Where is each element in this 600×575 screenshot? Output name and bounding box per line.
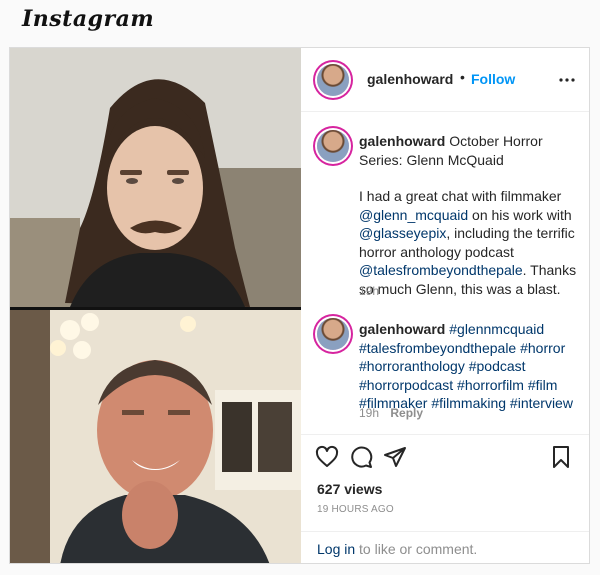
post-header: galenhoward • Follow <box>301 48 589 112</box>
login-link[interactable]: Log in <box>317 541 355 557</box>
video-frame-bottom <box>10 310 301 563</box>
caption-username[interactable]: galenhoward <box>359 133 445 149</box>
comment-button[interactable] <box>349 445 375 471</box>
post-timestamp: 19 HOURS AGO <box>317 504 394 515</box>
avatar[interactable] <box>317 318 349 350</box>
mention-link[interactable]: @glenn_mcquaid <box>359 207 468 223</box>
follow-button[interactable]: Follow <box>471 71 515 87</box>
view-count[interactable]: 627 views <box>317 481 382 497</box>
mention-link[interactable]: @glasseyepix <box>359 225 446 241</box>
post-actions: 627 views 19 HOURS AGO Log in to like or… <box>301 434 589 566</box>
caption-body: I had a great chat with filmmaker <box>359 188 562 204</box>
reply-button[interactable]: Reply <box>390 406 423 420</box>
like-button[interactable] <box>315 445 341 471</box>
share-button[interactable] <box>383 445 409 471</box>
comment: galenhoward #glennmcquaid #talesfrombeyo… <box>317 316 577 426</box>
login-prompt: Log in to like or comment. <box>301 531 589 566</box>
avatar[interactable] <box>317 64 349 96</box>
caption-timestamp: 19h <box>359 284 380 298</box>
comment-icon <box>351 446 373 468</box>
post-media[interactable] <box>10 48 301 563</box>
caption: galenhoward October Horror Series: Glenn… <box>317 128 577 298</box>
video-frame-top <box>10 48 301 307</box>
save-button[interactable] <box>549 445 575 471</box>
more-options-button[interactable] <box>559 72 575 88</box>
avatar[interactable] <box>317 130 349 162</box>
comment-username[interactable]: galenhoward <box>359 321 445 337</box>
action-icons <box>315 445 573 473</box>
login-prompt-text: to like or comment. <box>355 541 478 557</box>
bookmark-icon <box>553 446 569 468</box>
person-one-illustration <box>10 48 301 307</box>
follow-separator: • <box>460 69 465 85</box>
post-side-panel: galenhoward • Follow galenhoward October… <box>301 48 589 563</box>
caption-body: on his work with <box>468 206 572 223</box>
caption-text: galenhoward October Horror Series: Glenn… <box>359 132 579 298</box>
header-username[interactable]: galenhoward <box>367 71 453 87</box>
comment-text: galenhoward #glennmcquaid #talesfrombeyo… <box>359 320 579 413</box>
post-card: galenhoward • Follow galenhoward October… <box>9 47 590 564</box>
mention-link[interactable]: @talesfrombeyondthepale <box>359 262 523 278</box>
heart-icon <box>315 445 339 467</box>
top-bar: Instagram <box>0 0 600 40</box>
comment-timestamp: 19h <box>359 406 380 420</box>
instagram-logo[interactable]: Instagram <box>22 6 154 32</box>
person-two-illustration <box>10 310 301 563</box>
comment-meta: 19h Reply <box>359 406 423 420</box>
send-icon <box>384 447 406 467</box>
more-horizontal-icon <box>559 78 575 82</box>
